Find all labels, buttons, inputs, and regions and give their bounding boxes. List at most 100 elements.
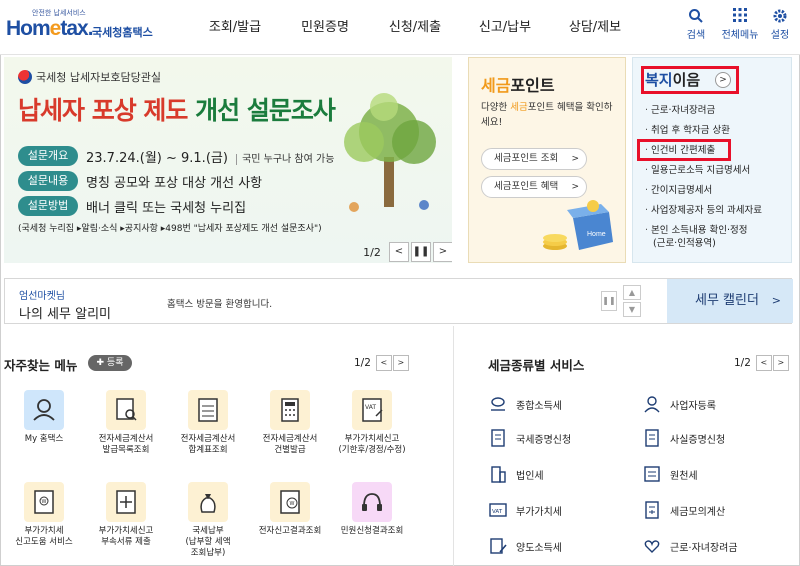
service-capital-gains-tax[interactable]: 양도소득세 [488,536,562,556]
nav-report-pay[interactable]: 신고/납부 [460,0,550,55]
all-menu-label: 전체메뉴 [721,30,759,41]
grid-menu-icon [718,8,762,26]
frequent-next-button[interactable]: > [392,355,409,371]
tile-e-filing-result[interactable]: W 전자신고결과조회 [248,482,332,537]
tax-alarm-title: 나의 세무 알리미 [19,307,111,322]
welfare-title[interactable]: 복지이음 [645,69,700,90]
banner-row-text: 배너 클릭 또는 국세청 누리집 [86,200,247,216]
tax-point-panel: 세금포인트 다양한 세금포인트 혜택을 확인하세요! 세금포인트 조회 > 세금포… [468,57,626,263]
building-icon [491,466,506,483]
tile-vat-help[interactable]: W 부가가치세 신고도움 서비스 [2,482,86,548]
svg-text:W: W [42,499,47,505]
services-page-indicator: 1/2 [734,357,751,369]
service-withholding-tax[interactable]: 원천세 [642,464,698,484]
settings-button[interactable]: 설정 [760,8,800,41]
tile-label: 부가가치세 신고도움 서비스 [15,526,73,547]
tax-point-description: 다양한 세금포인트 혜택을 확인하세요! [481,102,613,128]
banner-row: 설문방법 배너 클릭 또는 국세청 누리집 [18,195,334,217]
tax-calendar-button[interactable]: 세무 캘린더 > [667,279,793,323]
chevron-right-icon: > [771,294,781,307]
welfare-item-simple-payment-statement[interactable]: 간이지급명세서 [645,184,791,197]
service-vat[interactable]: VAT 부가가치세 [488,500,562,520]
user-outline-icon [644,396,660,413]
document-search-icon [106,390,146,430]
settings-label: 설정 [770,30,790,41]
section-divider [453,326,454,566]
welfare-item-labor-cost-submit[interactable]: 인건비 간편제출 [645,144,791,157]
document-w-icon: W [24,482,64,522]
nav-inquiry-issue[interactable]: 조회/발급 [190,0,280,55]
welfare-more-button[interactable]: > [715,72,731,88]
vat-document-icon: VAT [352,390,392,430]
nav-civil-certificate[interactable]: 민원증명 [280,0,370,55]
svg-text:Home: Home [587,231,606,238]
service-business-registration[interactable]: 사업자등록 [642,394,716,414]
service-global-income-tax[interactable]: 종합소득세 [488,394,562,414]
alarm-down-button[interactable]: ▼ [623,302,641,317]
welfare-item-earned-child-credit[interactable]: 근로·자녀장려금 [645,104,791,117]
alarm-pause-button[interactable]: ❚❚ [601,291,617,311]
nav-apply-submit[interactable]: 신청/제출 [370,0,460,55]
tile-einvoice-issue[interactable]: 전자세금계산서 건별발급 [248,390,332,456]
tax-alarm-bar: 엄선마켓님 나의 세무 알리미 홈택스 방문을 환영합니다. ❚❚ ▲ ▼ 세무… [4,278,793,324]
tile-vat-amend[interactable]: VAT 부가가치세신고 (기한후/경정/수정) [330,390,414,456]
document-table-icon [188,390,228,430]
banner-next-button[interactable]: > [433,242,452,262]
service-fact-certificate[interactable]: 사실증명신청 [642,428,725,448]
tile-einvoice-list[interactable]: 전자세금계산서 발급목록조회 [84,390,168,456]
tile-civil-result[interactable]: 민원신청결과조회 [330,482,414,537]
welfare-link-panel: 복지이음 > 근로·자녀장려금 취업 후 학자금 상환 인건비 간편제출 일용근… [632,57,792,263]
tile-label: 전자세금계산서 건별발급 [262,434,318,455]
tile-vat-attachment[interactable]: 부가가치세신고 부속서류 제출 [84,482,168,548]
tax-point-inquiry-button[interactable]: 세금포인트 조회 > [481,148,587,170]
welfare-item-workplace-provider[interactable]: 사업장제공자 등의 과세자료 [645,204,791,217]
logo-subtitle: 국세청홈택스 [92,26,153,39]
alarm-scroll-controls: ▲ ▼ [623,285,645,319]
services-pager: 1/2 < > [734,355,789,371]
welfare-list: 근로·자녀장려금 취업 후 학자금 상환 인건비 간편제출 일용근로소득 지급명… [645,104,791,250]
frequent-prev-button[interactable]: < [375,355,392,371]
hometax-logo[interactable]: 안전한 납세서비스 Hometax. 국세청홈택스 [6,8,156,48]
banner-row: 설문내용 명칭 공모와 포상 대상 개선 사항 [18,170,334,192]
banner-note: (국세청 누리집 ▸알림·소식 ▸공지사항 ▸498번 "납세자 포상제도 개선… [18,224,322,234]
tile-my-hometax[interactable]: My 홈택스 [2,390,86,445]
welfare-item-income-check-sub: (근로·인적용역) [653,238,716,249]
frequent-page-indicator: 1/2 [354,357,371,369]
frequent-menu-title: 자주찾는 메뉴 [4,358,78,373]
tile-einvoice-summary[interactable]: 전자세금계산서 합계표조회 [166,390,250,456]
welcome-message: 홈택스 방문을 환영합니다. [167,299,273,310]
welfare-item-daily-wage-statement[interactable]: 일용근로소득 지급명세서 [645,164,791,177]
svg-text:W: W [290,501,295,507]
nav-consult-report[interactable]: 상담/제보 [550,0,640,55]
banner-pause-button[interactable]: ❚❚ [411,242,431,262]
gift-box-coins-icon: Home [543,200,613,250]
banner-tag: 설문내용 [18,171,78,191]
banner-prev-button[interactable]: < [389,242,409,262]
tile-label: 민원신청결과조회 [340,526,404,536]
service-earned-child-credit[interactable]: 근로·자녀장려금 [642,536,738,556]
all-menu-button[interactable]: 전체메뉴 [718,8,762,41]
banner-details: 설문개요 23.7.24.(월) ~ 9.1.(금) 국민 누구나 참여 가능 … [18,145,335,220]
search-label: 검색 [686,30,706,41]
search-icon [674,8,718,26]
add-menu-button[interactable]: ✚ 등록 [88,355,132,371]
banner-organization: 국세청 납세자보호담당관실 [18,69,161,85]
banner-tag: 설문개요 [18,146,78,166]
banner-pager: 1/2 < ❚❚ > [357,242,452,262]
welfare-item-student-loan[interactable]: 취업 후 학자금 상환 [645,124,791,137]
tax-point-benefit-button[interactable]: 세금포인트 혜택 > [481,176,587,198]
search-button[interactable]: 검색 [674,8,718,41]
services-prev-button[interactable]: < [755,355,772,371]
chevron-right-icon: > [571,154,579,164]
user-icon [24,390,64,430]
service-tax-certificate[interactable]: 국세증명신청 [488,428,571,448]
welfare-item-income-check[interactable]: 본인 소득내용 확인·정정 [645,224,791,237]
banner-row-text: 23.7.24.(월) ~ 9.1.(금) 국민 누구나 참여 가능 [86,150,335,166]
survey-banner[interactable]: 국세청 납세자보호담당관실 납세자 포상 제도 개선 설문조사 설문개요 23.… [4,57,452,263]
service-tax-simulation[interactable]: 세금모의계산 [642,500,725,520]
tile-tax-payment[interactable]: 국세납부 (납부할 세액 조회납부) [166,482,250,559]
service-corporate-tax[interactable]: 법인세 [488,464,544,484]
alarm-up-button[interactable]: ▲ [623,285,641,300]
tile-label: 부가가치세신고 (기한후/경정/수정) [338,434,406,455]
services-next-button[interactable]: > [772,355,789,371]
